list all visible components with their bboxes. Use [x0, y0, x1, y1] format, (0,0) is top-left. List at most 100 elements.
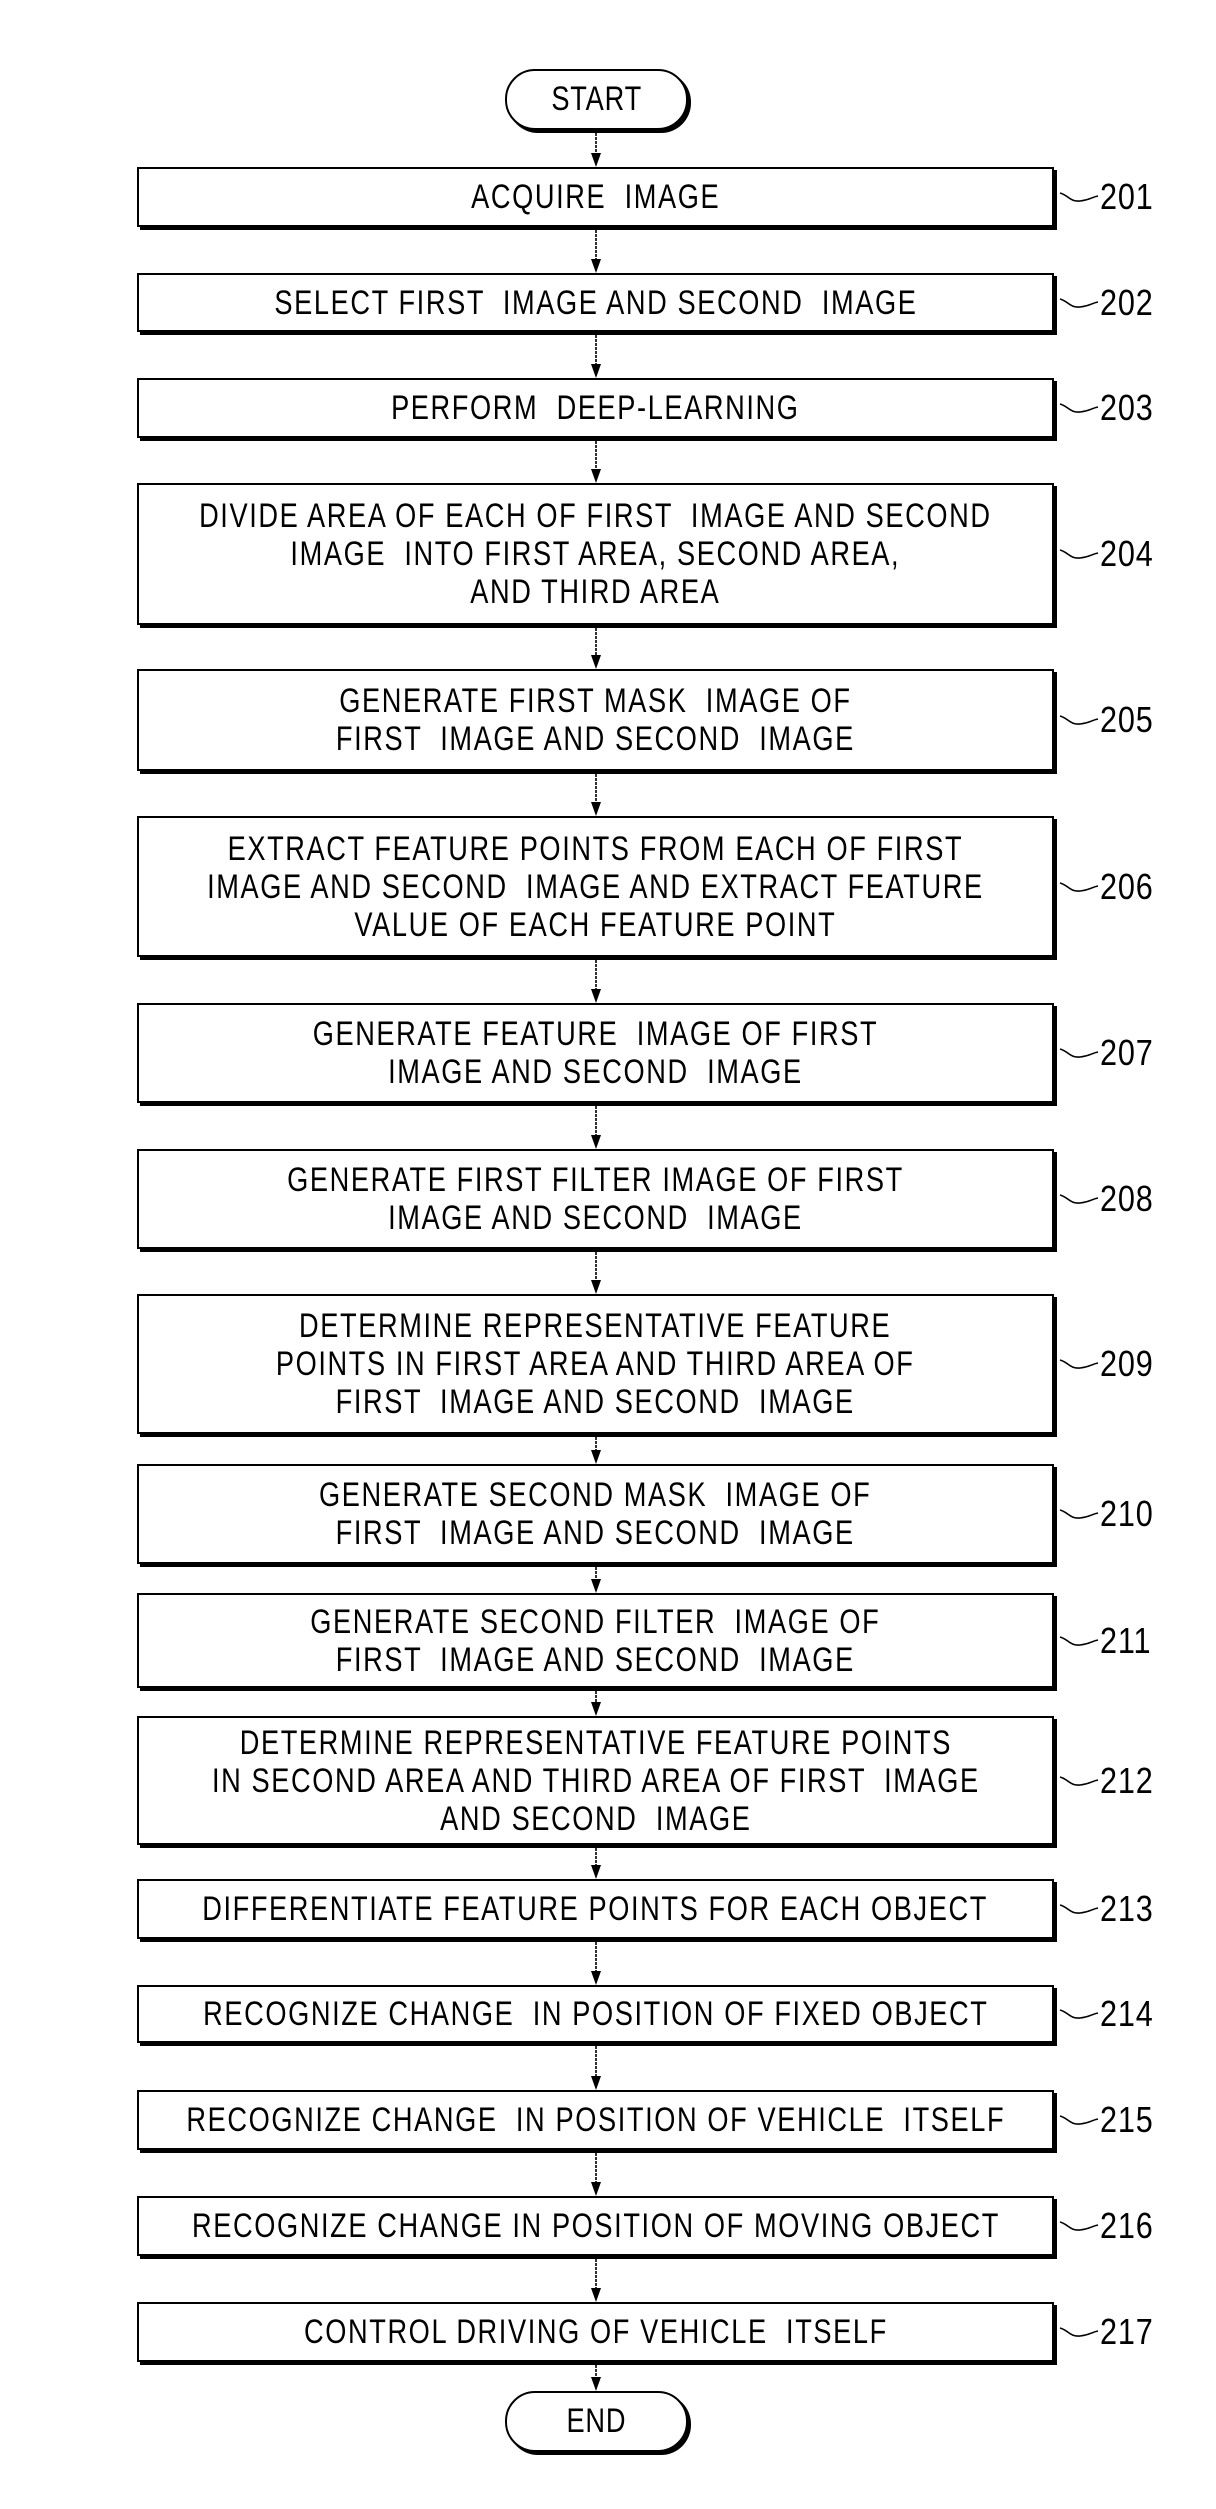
- arrowhead-icon: [591, 364, 601, 378]
- arrowhead-icon: [591, 802, 601, 816]
- step-box-208: GENERATE FIRST FILTER IMAGE OF FIRST IMA…: [137, 1149, 1054, 1249]
- reference-label-206: 206: [1058, 865, 1163, 907]
- step-text: EXTRACT FEATURE POINTS FROM EACH OF FIRS…: [207, 829, 984, 944]
- leader-tilde-icon: [1059, 192, 1099, 202]
- leader-tilde-icon: [1059, 1904, 1099, 1914]
- arrowhead-icon: [591, 153, 601, 167]
- step-box-202: SELECT FIRST IMAGE AND SECOND IMAGE: [137, 273, 1054, 332]
- step-box-216: RECOGNIZE CHANGE IN POSITION OF MOVING O…: [137, 2196, 1054, 2256]
- leader-tilde-icon: [1059, 1359, 1099, 1369]
- reference-number: 211: [1100, 1619, 1152, 1661]
- step-box-217: CONTROL DRIVING OF VEHICLE ITSELF: [137, 2302, 1054, 2362]
- reference-label-202: 202: [1058, 281, 1163, 323]
- leader-tilde-icon: [1059, 1775, 1099, 1786]
- flowchart: START ACQUIRE IMAGE 201 SELECT FIRST IMAGE…: [0, 0, 1216, 2509]
- reference-label-205: 205: [1058, 699, 1163, 740]
- step-text: SELECT FIRST IMAGE AND SECOND IMAGE: [273, 283, 918, 322]
- step-text: RECOGNIZE CHANGE IN POSITION OF MOVING O…: [191, 2207, 1000, 2245]
- reference-label-209: 209: [1058, 1343, 1163, 1384]
- step-text: CONTROL DRIVING OF VEHICLE ITSELF: [303, 2313, 888, 2351]
- step-text: PERFORM DEEP-LEARNING: [391, 389, 800, 427]
- arrowhead-icon: [591, 2076, 601, 2090]
- reference-label-201: 201: [1058, 176, 1163, 217]
- end-terminal: END: [505, 2391, 688, 2452]
- reference-number: 207: [1100, 1032, 1154, 1073]
- reference-label-204: 204: [1058, 533, 1163, 574]
- reference-label-216: 216: [1058, 2205, 1163, 2246]
- reference-label-207: 207: [1058, 1032, 1163, 1073]
- reference-label-203: 203: [1058, 387, 1163, 428]
- step-box-201: ACQUIRE IMAGE: [137, 167, 1054, 227]
- step-box-215: RECOGNIZE CHANGE IN POSITION OF VEHICLE …: [137, 2090, 1054, 2150]
- step-text: GENERATE SECOND MASK IMAGE OF FIRST IMAG…: [319, 1476, 872, 1552]
- reference-number: 212: [1100, 1759, 1154, 1801]
- reference-label-208: 208: [1058, 1178, 1163, 1219]
- step-box-211: GENERATE SECOND FILTER IMAGE OF FIRST IM…: [137, 1593, 1054, 1688]
- arrowhead-icon: [591, 1579, 601, 1593]
- arrowhead-icon: [591, 1280, 601, 1294]
- leader-tilde-icon: [1059, 2115, 1099, 2125]
- arrowhead-icon: [591, 259, 601, 273]
- reference-number: 203: [1100, 387, 1154, 428]
- arrowhead-icon: [591, 655, 601, 669]
- reference-number: 202: [1100, 281, 1154, 323]
- arrowhead-icon: [591, 989, 601, 1003]
- reference-label-215: 215: [1058, 2099, 1163, 2140]
- reference-label-214: 214: [1058, 1993, 1163, 2034]
- leader-tilde-icon: [1059, 403, 1099, 413]
- reference-label-217: 217: [1058, 2311, 1163, 2352]
- arrowhead-icon: [591, 1865, 601, 1879]
- leader-tilde-icon: [1059, 549, 1099, 559]
- step-box-210: GENERATE SECOND MASK IMAGE OF FIRST IMAG…: [137, 1464, 1054, 1564]
- reference-number: 205: [1100, 699, 1154, 740]
- step-text: ACQUIRE IMAGE: [470, 178, 721, 216]
- arrowhead-icon: [591, 2182, 601, 2196]
- leader-tilde-icon: [1059, 715, 1099, 725]
- step-box-205: GENERATE FIRST MASK IMAGE OF FIRST IMAGE…: [137, 669, 1054, 771]
- reference-number: 208: [1100, 1178, 1154, 1219]
- step-text: RECOGNIZE CHANGE IN POSITION OF FIXED OB…: [202, 1995, 989, 2033]
- arrowhead-icon: [591, 2377, 601, 2391]
- leader-tilde-icon: [1059, 1509, 1099, 1519]
- start-terminal: START: [505, 69, 688, 130]
- arrowhead-icon: [591, 1702, 601, 1716]
- step-box-213: DIFFERENTIATE FEATURE POINTS FOR EACH OB…: [137, 1879, 1054, 1939]
- step-text: DIFFERENTIATE FEATURE POINTS FOR EACH OB…: [202, 1890, 989, 1928]
- reference-label-210: 210: [1058, 1493, 1163, 1534]
- arrowhead-icon: [591, 1450, 601, 1464]
- step-box-212: DETERMINE REPRESENTATIVE FEATURE POINTS …: [137, 1716, 1054, 1845]
- reference-number: 204: [1100, 533, 1154, 574]
- step-box-209: DETERMINE REPRESENTATIVE FEATURE POINTS …: [137, 1294, 1054, 1434]
- start-label: START: [551, 80, 642, 118]
- reference-number: 215: [1100, 2099, 1154, 2140]
- leader-tilde-icon: [1059, 2221, 1099, 2231]
- step-text: GENERATE FIRST MASK IMAGE OF FIRST IMAGE…: [335, 682, 856, 758]
- leader-tilde-icon: [1059, 1194, 1099, 1204]
- arrowhead-icon: [591, 1135, 601, 1149]
- step-text: RECOGNIZE CHANGE IN POSITION OF VEHICLE …: [186, 2101, 1005, 2139]
- arrowhead-icon: [591, 1971, 601, 1985]
- reference-number: 209: [1100, 1343, 1154, 1384]
- reference-number: 214: [1100, 1993, 1154, 2034]
- reference-number: 210: [1100, 1493, 1154, 1534]
- step-text: DETERMINE REPRESENTATIVE FEATURE POINTS …: [211, 1723, 980, 1838]
- step-text: DIVIDE AREA OF EACH OF FIRST IMAGE AND S…: [199, 497, 992, 611]
- reference-number: 213: [1100, 1888, 1154, 1929]
- end-label: END: [566, 2402, 627, 2440]
- reference-number: 216: [1100, 2205, 1154, 2246]
- leader-tilde-icon: [1059, 881, 1099, 892]
- reference-number: 206: [1100, 865, 1154, 907]
- step-box-203: PERFORM DEEP-LEARNING: [137, 378, 1054, 438]
- reference-label-213: 213: [1058, 1888, 1163, 1929]
- step-text: GENERATE FEATURE IMAGE OF FIRST IMAGE AN…: [312, 1015, 879, 1091]
- step-text: GENERATE FIRST FILTER IMAGE OF FIRST IMA…: [287, 1161, 904, 1237]
- leader-tilde-icon: [1059, 1048, 1099, 1058]
- reference-number: 201: [1100, 176, 1154, 217]
- arrowhead-icon: [591, 2288, 601, 2302]
- leader-tilde-icon: [1059, 2009, 1099, 2019]
- leader-tilde-icon: [1059, 1635, 1099, 1646]
- step-box-214: RECOGNIZE CHANGE IN POSITION OF FIXED OB…: [137, 1985, 1054, 2043]
- step-text: DETERMINE REPRESENTATIVE FEATURE POINTS …: [276, 1307, 915, 1421]
- leader-tilde-icon: [1059, 297, 1099, 308]
- step-box-206: EXTRACT FEATURE POINTS FROM EACH OF FIRS…: [137, 816, 1054, 957]
